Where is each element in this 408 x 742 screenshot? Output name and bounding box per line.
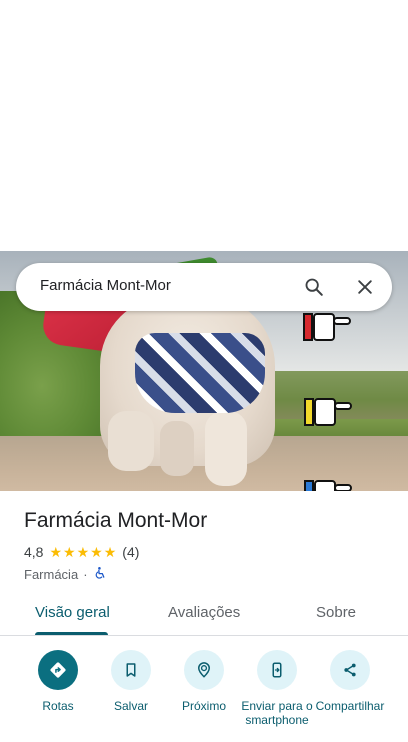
close-icon[interactable] (353, 275, 377, 299)
share-icon (330, 650, 370, 690)
search-icon[interactable] (302, 275, 326, 299)
rating-value: 4,8 (24, 544, 44, 560)
rating-stars: ★ ★ ★ ★ ★ (49, 545, 116, 559)
tabs-divider (0, 635, 408, 636)
map-area-blank (0, 0, 408, 251)
tab-overview[interactable]: Visão geral (35, 604, 110, 621)
category-row: Farmácia · (24, 565, 107, 583)
action-label: Rotas (42, 699, 74, 713)
photo-dog-leg (205, 411, 247, 486)
directions-button[interactable]: Rotas (20, 650, 96, 713)
place-tabs: Visão geral Avaliações Sobre (0, 596, 408, 636)
star-icon: ★ (90, 544, 103, 560)
star-icon: ★ (103, 544, 117, 560)
place-title: Farmácia Mont-Mor (24, 509, 208, 532)
action-label: Próximo (181, 699, 226, 713)
share-button[interactable]: Compartilhar (312, 650, 388, 713)
tab-reviews[interactable]: Avaliações (168, 604, 240, 621)
tab-about[interactable]: Sobre (316, 604, 356, 621)
send-to-phone-button[interactable]: Enviar para o smartphone (239, 650, 315, 727)
photo-dog-leg (108, 411, 154, 471)
action-label: Enviar para o smartphone (241, 699, 313, 727)
pointing-hand-icon (303, 309, 353, 345)
star-icon: ★ (49, 544, 63, 560)
review-count[interactable]: (4) (122, 544, 139, 560)
search-bar[interactable]: Farmácia Mont-Mor (16, 263, 392, 311)
photo-dog-vest (135, 333, 265, 413)
star-icon: ★ (76, 544, 90, 560)
place-category: Farmácia (24, 566, 79, 582)
nearby-icon (184, 650, 224, 690)
rating-row[interactable]: 4,8 ★ ★ ★ ★ ★ (4) (24, 543, 139, 561)
bookmark-icon (111, 650, 151, 690)
photo-dog-leg (160, 421, 194, 476)
directions-icon (38, 650, 78, 690)
search-query[interactable]: Farmácia Mont-Mor (40, 277, 171, 294)
action-label: Salvar (113, 699, 148, 713)
wheelchair-accessible-icon (93, 566, 107, 583)
action-bar: Rotas Salvar Próximo Enviar para o smart… (0, 650, 408, 742)
save-button[interactable]: Salvar (93, 650, 169, 713)
pointing-hand-icon (304, 476, 354, 491)
star-icon: ★ (63, 544, 76, 560)
nearby-button[interactable]: Próximo (166, 650, 242, 713)
pointing-hand-icon (304, 394, 354, 430)
send-to-phone-icon (257, 650, 297, 690)
action-label: Compartilhar (315, 699, 385, 713)
separator-dot: · (83, 566, 88, 582)
